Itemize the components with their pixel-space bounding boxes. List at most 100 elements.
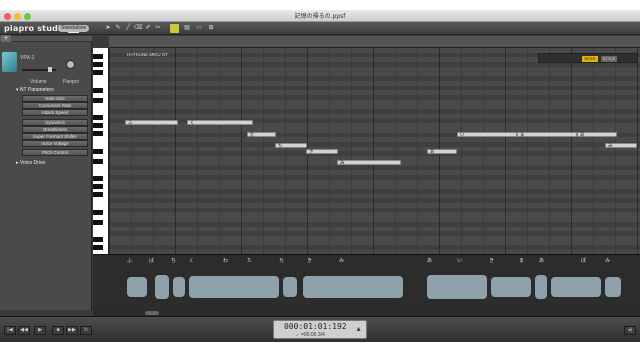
singer-avatar[interactable] xyxy=(2,52,17,72)
rewind-icon[interactable]: ◀◀ xyxy=(18,326,30,335)
piano-black-key[interactable] xyxy=(93,54,103,59)
grid-beat-line xyxy=(153,48,154,254)
note[interactable]: ち xyxy=(275,143,307,148)
main-toolbar: piapro studioNT Standalone ➤ ✎ ╱ ⌫ ✐ ✂ ▤… xyxy=(0,22,640,35)
piano-black-key[interactable] xyxy=(93,149,103,154)
loop-icon[interactable]: ↻ xyxy=(80,326,92,335)
piano-black-key[interactable] xyxy=(93,123,103,128)
snap-toggle-icon[interactable] xyxy=(170,24,179,33)
param-super-formant-shifter-button[interactable]: Super Formant Shifter xyxy=(22,133,88,140)
param-voice-voltage-button[interactable]: Voice Voltage xyxy=(22,140,88,147)
piano-black-key[interactable] xyxy=(93,220,103,225)
grid-beat-line xyxy=(461,48,462,254)
piano-black-key[interactable] xyxy=(93,245,103,250)
param-pitch-control-button[interactable]: Pitch Control xyxy=(22,149,88,156)
piano-black-key[interactable] xyxy=(93,131,103,136)
grid-row xyxy=(109,198,640,204)
lyric-char[interactable]: ち xyxy=(279,257,284,264)
volume-slider[interactable] xyxy=(22,67,56,72)
line-tool-icon[interactable]: ╱ xyxy=(124,25,132,32)
arrow-tool-icon[interactable]: ➤ xyxy=(104,25,112,32)
piano-keyboard[interactable] xyxy=(93,48,109,254)
grid-beat-line xyxy=(505,48,506,254)
grid-row xyxy=(109,85,640,91)
note[interactable]: ま xyxy=(517,132,577,137)
note-mode-button[interactable]: NOTE xyxy=(582,56,598,62)
lyric-char[interactable]: あ xyxy=(539,257,544,264)
grid-row xyxy=(109,170,640,175)
param-note-size-button[interactable]: Note Size xyxy=(22,95,88,102)
grid-beat-line xyxy=(351,48,352,254)
volume-slider-thumb[interactable] xyxy=(48,67,52,72)
lyric-char[interactable]: ま xyxy=(519,257,524,264)
scroll-thumb[interactable] xyxy=(145,311,159,315)
volume-icon[interactable]: ◂) xyxy=(624,326,636,335)
note[interactable]: い xyxy=(457,132,517,137)
mode-badge[interactable]: Standalone xyxy=(58,25,90,32)
lyric-char[interactable]: き xyxy=(307,257,312,264)
piano-black-key[interactable] xyxy=(93,98,103,103)
note[interactable]: み xyxy=(605,143,637,148)
piano-black-key[interactable] xyxy=(93,237,103,242)
lyric-char[interactable]: み xyxy=(339,257,344,264)
note[interactable]: き xyxy=(306,149,338,154)
note[interactable]: あ xyxy=(427,149,457,154)
piano-black-key[interactable] xyxy=(93,159,103,164)
lyric-char[interactable]: た xyxy=(247,257,252,264)
lyric-char[interactable]: あ xyxy=(427,257,432,264)
piano-roll-grid[interactable]: HATSUNE MIKU NT NOTE STYLE ふ く た ち き み あ… xyxy=(109,48,640,254)
piano-black-key[interactable] xyxy=(93,70,103,75)
note-length-icon[interactable]: ▭ xyxy=(194,25,204,32)
tempo-arrow-icon[interactable]: ▲ xyxy=(355,326,362,333)
timeline-ruler[interactable] xyxy=(109,36,640,48)
param-consonant-rate-button[interactable]: Consonant Rate xyxy=(22,102,88,109)
zoom-icon[interactable]: ⊞ xyxy=(206,25,216,32)
cut-tool-icon[interactable]: ✂ xyxy=(154,25,162,32)
pencil-tool-icon[interactable]: ✎ xyxy=(114,25,122,32)
grid-row xyxy=(109,76,640,81)
voice-drive-heading[interactable]: ▸ Voice Drive xyxy=(16,160,45,166)
piano-black-key[interactable] xyxy=(93,176,103,181)
grid-row xyxy=(109,48,640,53)
go-to-start-icon[interactable]: |◀ xyxy=(4,326,16,335)
note[interactable]: ふ xyxy=(125,120,178,125)
nt-parameters-heading[interactable]: ▾ NT Parameters xyxy=(16,87,54,93)
grid-quantize-icon[interactable]: ▤ xyxy=(182,25,192,32)
lyric-char[interactable]: い xyxy=(457,257,462,264)
piano-black-key[interactable] xyxy=(93,184,103,189)
time-counter[interactable]: 000:01:01:192 ♩=90.00 3/4 ▲ xyxy=(273,320,367,339)
lyrics-waveform-strip[interactable]: ふ ば ち く わ た ち き み あ い き ま あ ぽ み xyxy=(93,254,640,310)
eraser-tool-icon[interactable]: ⌫ xyxy=(134,25,142,32)
lyric-char[interactable]: ち xyxy=(171,257,176,264)
param-attack-speed-button[interactable]: Attack Speed xyxy=(22,109,88,116)
lyric-char[interactable]: ぽ xyxy=(581,257,586,264)
add-track-button[interactable]: + xyxy=(1,35,11,42)
lyric-char[interactable]: わ xyxy=(223,257,228,264)
lyric-char[interactable]: き xyxy=(489,257,494,264)
lyric-char[interactable]: み xyxy=(605,257,610,264)
style-mode-button[interactable]: STYLE xyxy=(601,56,617,62)
note[interactable]: く xyxy=(187,120,253,125)
note[interactable]: た xyxy=(247,132,276,137)
piano-black-key[interactable] xyxy=(93,192,103,197)
lyric-char[interactable]: ふ xyxy=(127,257,132,264)
piano-black-key[interactable] xyxy=(93,62,103,67)
panpot-knob[interactable] xyxy=(66,60,75,69)
track-name[interactable]: VPX-1 xyxy=(20,55,34,61)
piano-black-key[interactable] xyxy=(93,210,103,215)
grid-row xyxy=(109,203,640,208)
play-icon[interactable]: ▶ xyxy=(34,326,46,335)
brush-tool-icon[interactable]: ✐ xyxy=(144,25,152,32)
param-dynamics-button[interactable]: Dynamics xyxy=(22,119,88,126)
lyric-char[interactable]: く xyxy=(189,257,194,264)
param-breathiness-button[interactable]: Breathiness xyxy=(22,126,88,133)
stop-icon[interactable]: ■ xyxy=(52,326,64,335)
piano-black-key[interactable] xyxy=(93,115,103,120)
fast-forward-icon[interactable]: ▶▶ xyxy=(66,326,78,335)
note[interactable]: み xyxy=(337,160,401,165)
grid-row xyxy=(109,189,640,194)
lyric-char[interactable]: ば xyxy=(149,257,154,264)
piano-black-key[interactable] xyxy=(93,88,103,93)
note[interactable]: あ xyxy=(577,132,617,137)
grid-row xyxy=(109,95,640,100)
